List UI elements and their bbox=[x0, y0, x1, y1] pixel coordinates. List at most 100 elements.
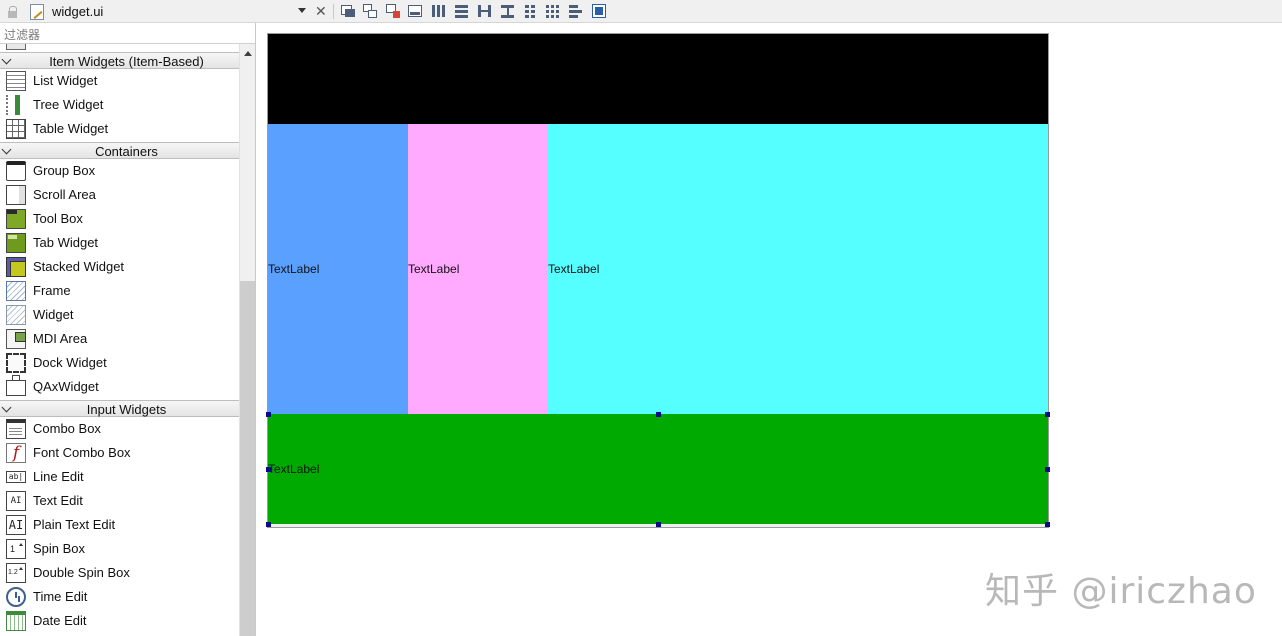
widget-item-text-edit[interactable]: AI Text Edit bbox=[0, 489, 239, 513]
widget-item-spin-box[interactable]: 1 Spin Box bbox=[0, 537, 239, 561]
file-name: widget.ui bbox=[52, 4, 104, 19]
category-title: Containers bbox=[95, 144, 158, 159]
lock-icon[interactable] bbox=[6, 5, 20, 19]
tree-widget-icon bbox=[6, 95, 26, 115]
chevron-down-icon[interactable] bbox=[1, 402, 12, 413]
layout-vertical-icon[interactable] bbox=[454, 3, 470, 19]
black-widget[interactable] bbox=[268, 34, 1048, 124]
layout-v-splitter-icon[interactable] bbox=[500, 3, 516, 19]
watermark: 知乎 @iriczhao bbox=[985, 571, 1257, 612]
widget-item-list-widget[interactable]: List Widget bbox=[0, 69, 239, 93]
widget-item-time-edit[interactable]: Time Edit bbox=[0, 585, 239, 609]
widget-item-label: Font Combo Box bbox=[33, 445, 131, 460]
layout-horizontal-icon[interactable] bbox=[431, 3, 447, 19]
stacked-widget-icon bbox=[6, 257, 26, 277]
widget-item-label: Scroll Area bbox=[33, 187, 96, 202]
group-box-icon bbox=[6, 161, 26, 181]
scroll-up-icon[interactable] bbox=[244, 51, 252, 56]
font-combo-box-icon: f bbox=[6, 443, 26, 463]
spin-box-icon: 1 bbox=[6, 539, 26, 559]
resize-handle-top-right[interactable] bbox=[1045, 412, 1050, 417]
scroll-area-icon bbox=[6, 185, 26, 205]
widget-item-label: Frame bbox=[33, 283, 71, 298]
form-widget[interactable]: TextLabel TextLabel TextLabel TextLabel bbox=[266, 33, 1050, 528]
widget-item-combo-box[interactable]: Combo Box bbox=[0, 417, 239, 441]
widget-item-widget[interactable]: Widget bbox=[0, 303, 239, 327]
widget-item-label: Spin Box bbox=[33, 541, 86, 556]
widget-item-label: Combo Box bbox=[33, 421, 101, 436]
blue-widget[interactable]: TextLabel bbox=[268, 124, 408, 414]
pink-widget[interactable]: TextLabel bbox=[408, 124, 548, 414]
resize-handle-top[interactable] bbox=[656, 412, 661, 417]
close-icon[interactable]: ✕ bbox=[315, 3, 327, 19]
widget-item-date-edit[interactable]: Date Edit bbox=[0, 609, 239, 633]
toolbar-divider bbox=[333, 4, 334, 19]
widget-item-plain-text-edit[interactable]: AI Plain Text Edit bbox=[0, 513, 239, 537]
layout-h-splitter-icon[interactable] bbox=[477, 3, 493, 19]
widget-item-dock-widget[interactable]: Dock Widget bbox=[0, 351, 239, 375]
text-label-pink[interactable]: TextLabel bbox=[408, 262, 459, 276]
widget-item-frame[interactable]: Frame bbox=[0, 279, 239, 303]
resize-handle-bottom-left[interactable] bbox=[266, 522, 271, 527]
green-widget-selected[interactable]: TextLabel bbox=[268, 414, 1048, 524]
widget-box-panel: 过滤器 Item Widgets (Item-Based) List Widge… bbox=[0, 23, 256, 636]
widget-item-tool-box[interactable]: Tool Box bbox=[0, 207, 239, 231]
widget-item-table-widget[interactable]: Table Widget bbox=[0, 117, 239, 141]
layout-grid-icon[interactable] bbox=[545, 3, 561, 19]
category-containers[interactable]: Containers bbox=[0, 142, 239, 159]
widget-item-group-box[interactable]: Group Box bbox=[0, 159, 239, 183]
widget-item-tree-widget[interactable]: Tree Widget bbox=[0, 93, 239, 117]
text-label-blue[interactable]: TextLabel bbox=[268, 262, 319, 276]
mdi-area-icon bbox=[6, 329, 26, 349]
widget-item-label: Double Spin Box bbox=[33, 565, 130, 580]
widget-item-scroll-area[interactable]: Scroll Area bbox=[0, 183, 239, 207]
widget-list-scrollbar[interactable] bbox=[239, 44, 255, 636]
widget-item-line-edit[interactable]: ab| Line Edit bbox=[0, 465, 239, 489]
list-item[interactable] bbox=[0, 44, 239, 52]
line-edit-icon: ab| bbox=[6, 471, 26, 483]
edit-signals-slots-icon[interactable] bbox=[362, 3, 378, 19]
edit-widgets-icon[interactable] bbox=[340, 3, 356, 19]
edit-buddies-icon[interactable] bbox=[385, 3, 401, 19]
widget-item-label: Text Edit bbox=[33, 493, 83, 508]
resize-handle-left[interactable] bbox=[266, 467, 271, 472]
widget-item-mdi-area[interactable]: MDI Area bbox=[0, 327, 239, 351]
designer-toolbar: widget.ui ✕ bbox=[0, 0, 1282, 23]
adjust-size-icon[interactable] bbox=[591, 3, 607, 19]
widget-icon bbox=[6, 44, 26, 50]
list-widget-icon bbox=[6, 71, 26, 91]
widget-item-double-spin-box[interactable]: 1.2 Double Spin Box bbox=[0, 561, 239, 585]
widget-item-label: Tool Box bbox=[33, 211, 83, 226]
resize-handle-top-left[interactable] bbox=[266, 412, 271, 417]
qaxwidget-icon bbox=[6, 375, 26, 396]
widget-item-tab-widget[interactable]: Tab Widget bbox=[0, 231, 239, 255]
text-label-cyan[interactable]: TextLabel bbox=[548, 262, 599, 276]
category-item-widgets[interactable]: Item Widgets (Item-Based) bbox=[0, 52, 239, 69]
widget-item-label: Date Edit bbox=[33, 613, 87, 628]
break-layout-icon[interactable] bbox=[568, 3, 584, 19]
layout-form-icon[interactable] bbox=[523, 3, 539, 19]
widget-icon bbox=[6, 305, 26, 325]
chevron-down-icon[interactable] bbox=[298, 8, 306, 13]
widget-item-label: Group Box bbox=[33, 163, 96, 178]
widget-item-stacked-widget[interactable]: Stacked Widget bbox=[0, 255, 239, 279]
widget-item-label: Table Widget bbox=[33, 121, 109, 136]
date-edit-icon bbox=[6, 611, 26, 631]
scrollbar-thumb[interactable] bbox=[240, 281, 255, 636]
widget-item-label: Stacked Widget bbox=[33, 259, 125, 274]
edit-tab-order-icon[interactable] bbox=[407, 3, 423, 19]
chevron-down-icon[interactable] bbox=[1, 144, 12, 155]
category-input-widgets[interactable]: Input Widgets bbox=[0, 400, 239, 417]
widget-item-qaxwidget[interactable]: QAxWidget bbox=[0, 375, 239, 399]
widget-item-label: Dock Widget bbox=[33, 355, 107, 370]
chevron-down-icon[interactable] bbox=[1, 54, 12, 65]
resize-handle-right[interactable] bbox=[1045, 467, 1050, 472]
resize-handle-bottom-right[interactable] bbox=[1045, 522, 1050, 527]
filter-input[interactable]: 过滤器 bbox=[0, 23, 255, 44]
resize-handle-bottom[interactable] bbox=[656, 522, 661, 527]
text-label-green[interactable]: TextLabel bbox=[268, 462, 319, 476]
widget-item-font-combo-box[interactable]: f Font Combo Box bbox=[0, 441, 239, 465]
cyan-widget[interactable]: TextLabel bbox=[548, 124, 1048, 414]
design-canvas[interactable]: TextLabel TextLabel TextLabel TextLabel bbox=[257, 23, 1282, 636]
file-tab[interactable]: widget.ui bbox=[0, 0, 312, 23]
